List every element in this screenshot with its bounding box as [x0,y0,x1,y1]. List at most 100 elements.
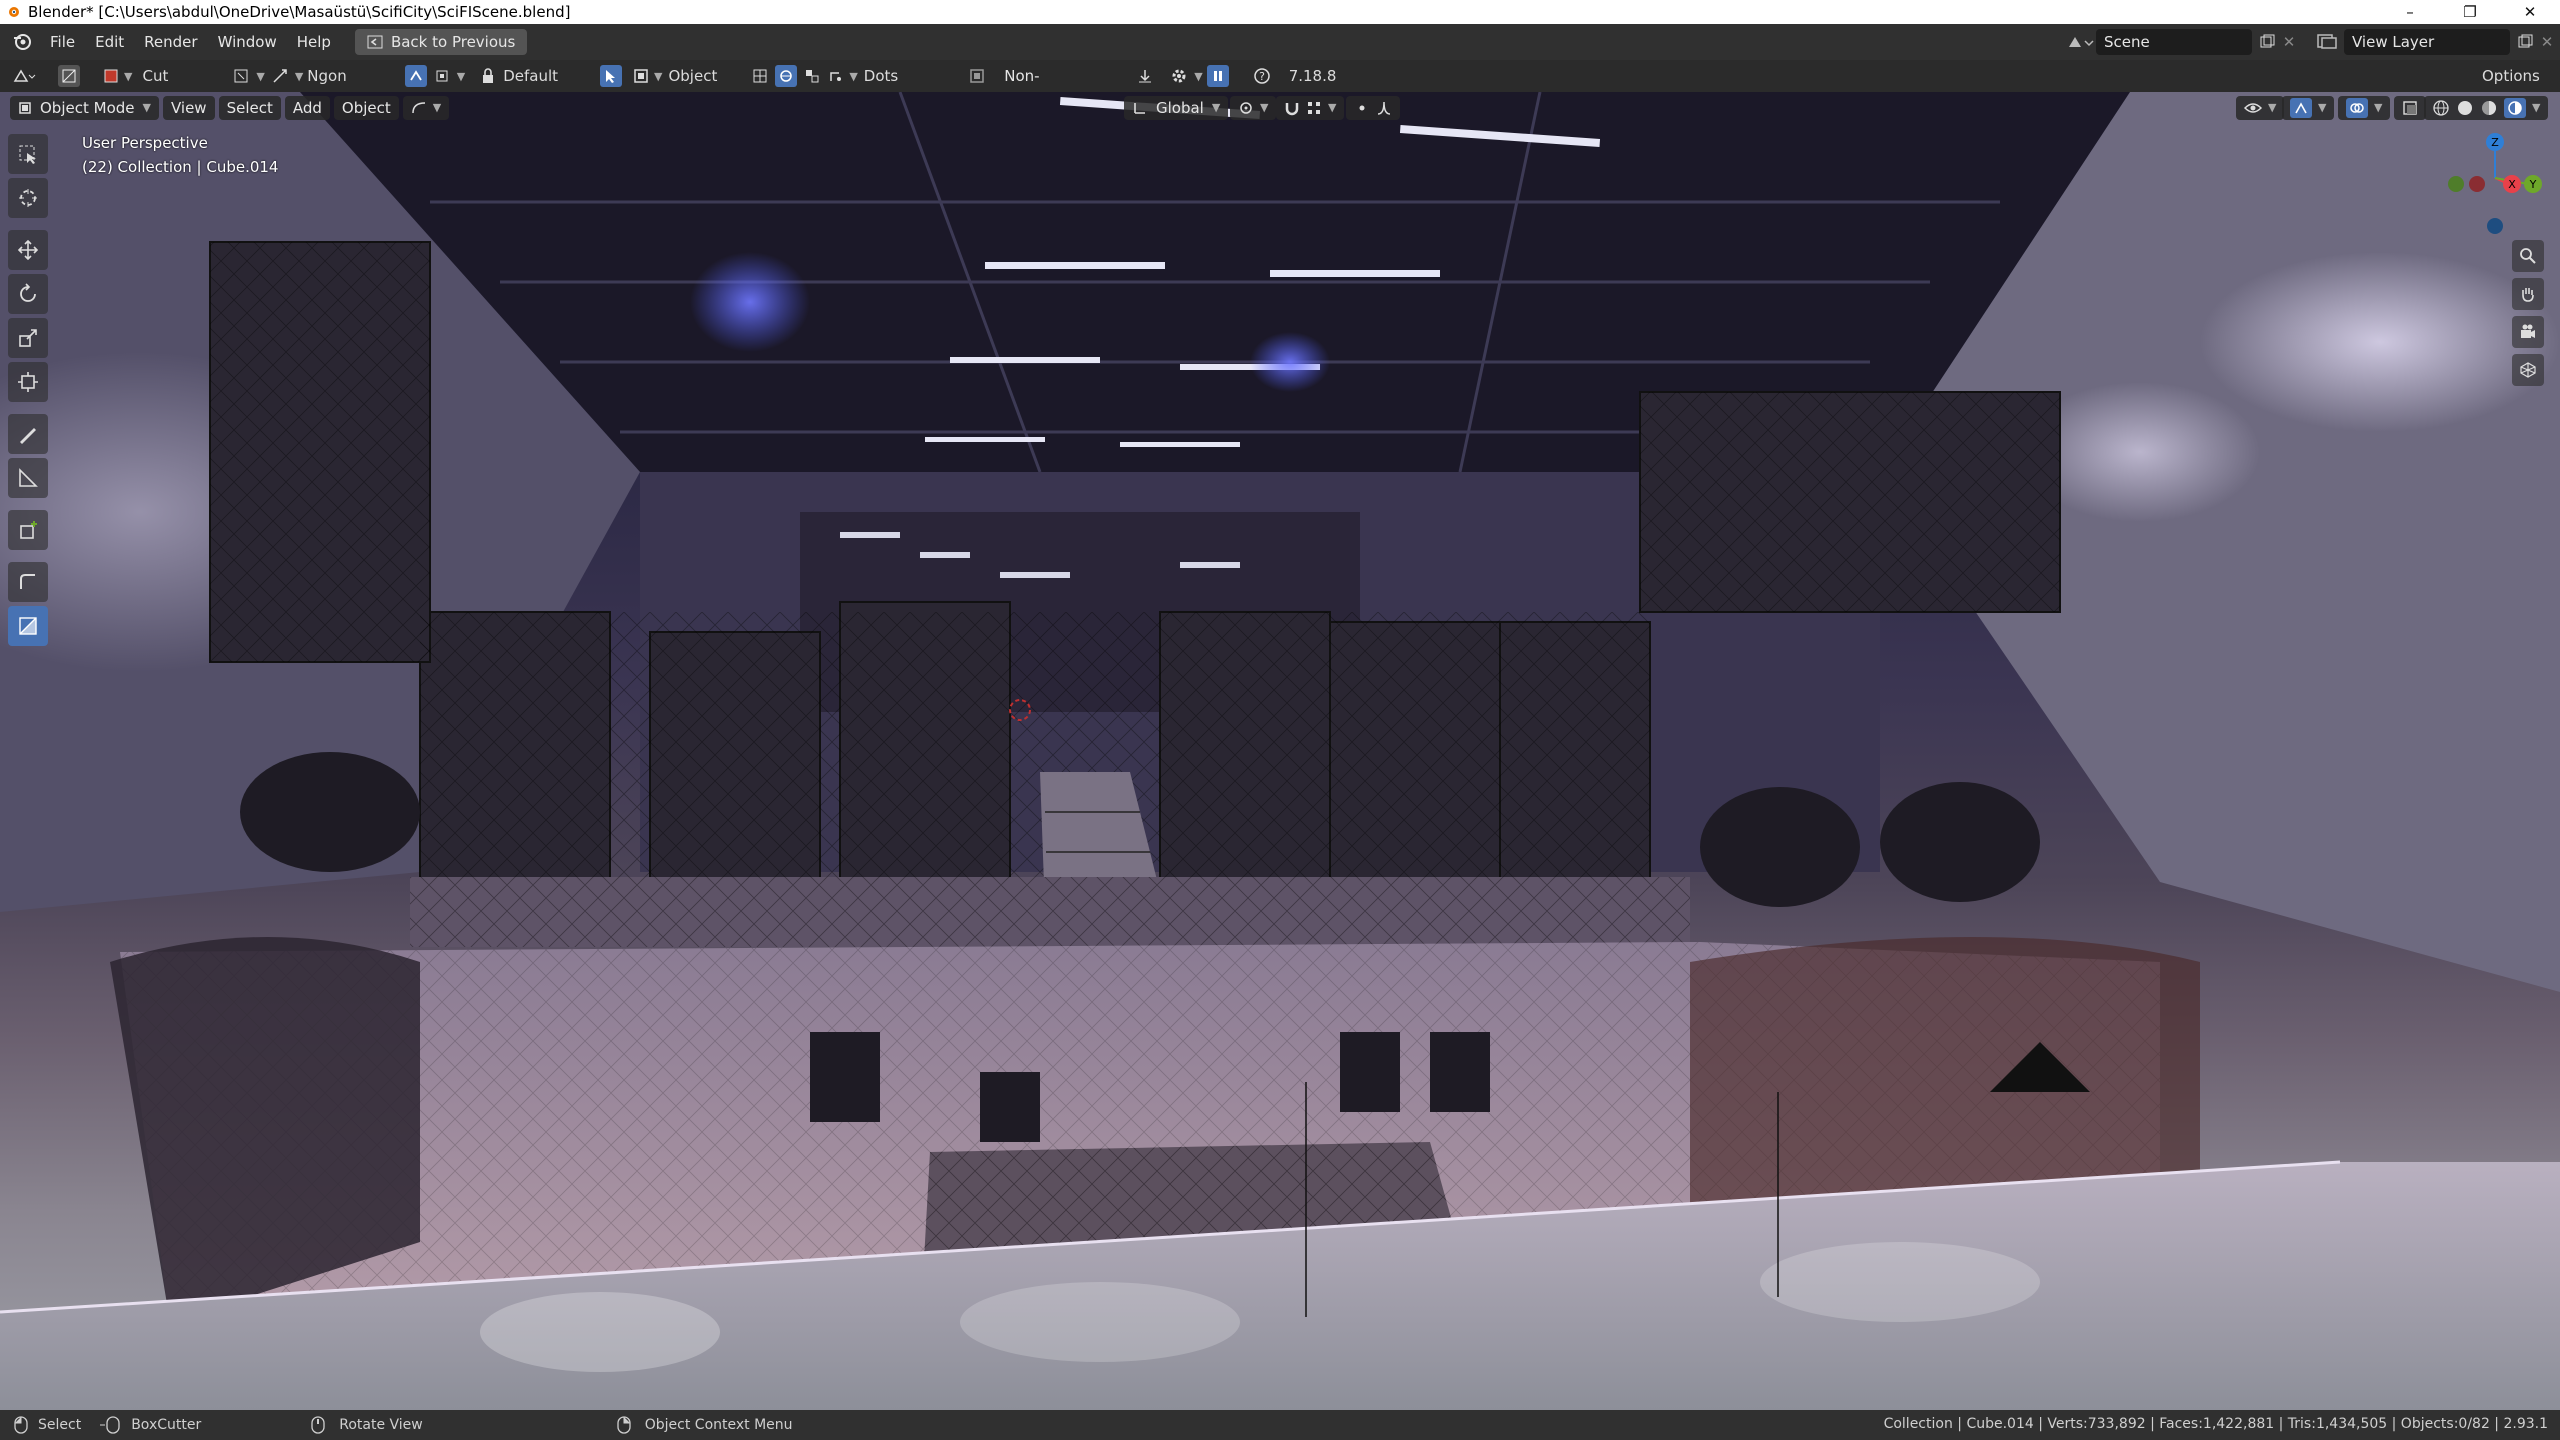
viewport-nav-buttons [2512,240,2546,390]
status-select-hint: Select [38,1417,82,1433]
new-view-layer-icon[interactable] [2514,31,2536,53]
wire-display-icon[interactable] [775,65,798,87]
shape-label: Ngon [307,67,347,85]
snapping-icon[interactable] [404,65,427,87]
3d-viewport[interactable]: User Perspective (22) Collection | Cube.… [0,92,2560,1410]
transform-orientation-dropdown[interactable]: Global ▼ [1124,96,1229,120]
viewport-menu-object[interactable]: Object [333,96,399,120]
surface-icon[interactable] [431,65,453,87]
dots-display-icon[interactable] [825,65,847,87]
cut-mode-label: Cut [142,67,169,85]
pause-icon[interactable] [1206,65,1229,87]
menu-window[interactable]: Window [208,24,287,60]
help-icon[interactable]: ? [1251,65,1273,87]
xray-icon [2403,101,2417,115]
camera-view-icon[interactable] [2512,316,2544,348]
status-context-hint: Object Context Menu [644,1417,793,1433]
back-to-previous-button[interactable]: Back to Previous [354,29,528,55]
menu-help[interactable]: Help [287,24,341,60]
editor-type-icon[interactable] [10,65,40,87]
menu-render[interactable]: Render [134,24,207,60]
target-label: Object [668,67,718,85]
viewport-menu-view[interactable]: View [162,96,215,120]
annotate-tool-icon[interactable] [8,414,48,454]
hops-tool-icon[interactable] [8,562,48,602]
maximize-button[interactable]: ❐ [2440,0,2500,24]
minimize-button[interactable]: – [2380,0,2440,24]
select-cursor-icon[interactable] [600,65,622,87]
settings-gear-icon[interactable] [1168,65,1190,87]
visibility-dropdown[interactable]: ▼ [2236,96,2285,120]
ngon-dropdown-arrow-icon[interactable]: ▼ [295,70,303,83]
ortho-grid-icon[interactable] [2512,354,2544,386]
add-cube-tool-icon[interactable] [8,510,48,550]
navigation-gizmo[interactable]: Z X Y [2440,128,2550,248]
measure-tool-icon[interactable] [8,458,48,498]
boxcutter-tool-icon[interactable] [58,65,80,87]
menu-file[interactable]: File [40,24,85,60]
delete-scene-icon[interactable]: ✕ [2278,31,2300,53]
shading-mode-group: ▼ [2424,96,2549,120]
mouse-middle-icon [311,1416,325,1434]
ngon-shape-icon[interactable] [269,65,291,87]
tool-settings-bar: ▼ Cut ▼ ▼ Ngon ▼ Default ▼ Object ▼ Dots [0,60,2560,111]
lock-icon[interactable] [477,65,499,87]
xray-toggle[interactable] [2394,96,2426,120]
grid-display-icon[interactable] [749,65,771,87]
options-label: Options [2482,67,2540,85]
cursor-tool-icon[interactable] [8,178,48,218]
pan-hand-icon[interactable] [2512,278,2544,310]
boolean-icon[interactable] [966,65,988,87]
snap-dropdown[interactable]: ▼ [1276,96,1345,120]
rendered-shading-icon[interactable] [2504,98,2526,118]
window-titlebar: Blender* [C:\Users\abdul\OneDrive\Masaüs… [0,0,2560,24]
move-tool-icon[interactable] [8,230,48,270]
blender-logo-icon [9,7,19,17]
viewport-extra-menu[interactable]: ▼ [402,96,450,120]
scene-name-field[interactable]: Scene [2096,29,2252,55]
box-shape-dropdown-arrow-icon[interactable]: ▼ [256,70,264,83]
material-shading-icon[interactable] [2480,99,2498,117]
gizmo-y-label: Y [2529,178,2537,191]
surface-dropdown-arrow-icon[interactable]: ▼ [457,70,465,83]
box-shape-icon[interactable] [230,65,252,87]
rotate-tool-icon[interactable] [8,274,48,314]
cut-mode-icon[interactable] [100,65,122,87]
apply-down-icon[interactable] [1134,65,1156,87]
object-target-dropdown-arrow-icon[interactable]: ▼ [654,70,662,83]
select-box-tool-icon[interactable] [8,134,48,174]
overlays-toggle[interactable]: ▼ [2338,96,2391,120]
settings-dropdown-arrow-icon[interactable]: ▼ [1194,70,1202,83]
view-layer-name-field[interactable]: View Layer [2344,29,2510,55]
delete-view-layer-icon[interactable]: ✕ [2536,31,2558,53]
viewport-menu-add[interactable]: Add [284,96,330,120]
zoom-icon[interactable] [2512,240,2544,272]
dots-dropdown-arrow-icon[interactable]: ▼ [849,70,857,83]
wireframe-shading-icon[interactable] [2432,99,2450,117]
overlay-display-icon[interactable] [801,65,823,87]
overlays-icon [2346,98,2368,118]
solid-shading-icon[interactable] [2456,99,2474,117]
blender-menu-icon[interactable] [12,32,32,52]
scene-selector[interactable]: Scene ✕ [2066,29,2300,55]
scene-render [0,92,2560,1410]
object-mode-icon [19,102,31,114]
object-target-icon[interactable] [630,65,652,87]
viewport-header: Object Mode ▼ View Select Add Object ▼ G… [0,92,2560,124]
boxcutter-active-tool-icon[interactable] [8,606,48,646]
view-layer-selector[interactable]: View Layer ✕ [2314,29,2558,55]
proportional-edit[interactable] [1346,96,1400,120]
cut-dropdown-arrow-icon[interactable]: ▼ [124,70,132,83]
shading-options-arrow-icon[interactable]: ▼ [2532,96,2540,120]
close-button[interactable]: ✕ [2500,0,2560,24]
scale-tool-icon[interactable] [8,318,48,358]
viewport-menu-select[interactable]: Select [218,96,281,120]
pivot-point-dropdown[interactable]: ▼ [1230,96,1277,120]
transform-tool-icon[interactable] [8,362,48,402]
menu-edit[interactable]: Edit [85,24,134,60]
mode-dropdown[interactable]: Object Mode ▼ [10,96,159,120]
gizmo-toggle[interactable]: ▼ [2282,96,2335,120]
boolean-mode-dropdown[interactable]: Non-Destructive ▼ [996,63,1132,111]
new-scene-icon[interactable] [2256,31,2278,53]
orientation-default-label[interactable]: Default [503,67,558,85]
